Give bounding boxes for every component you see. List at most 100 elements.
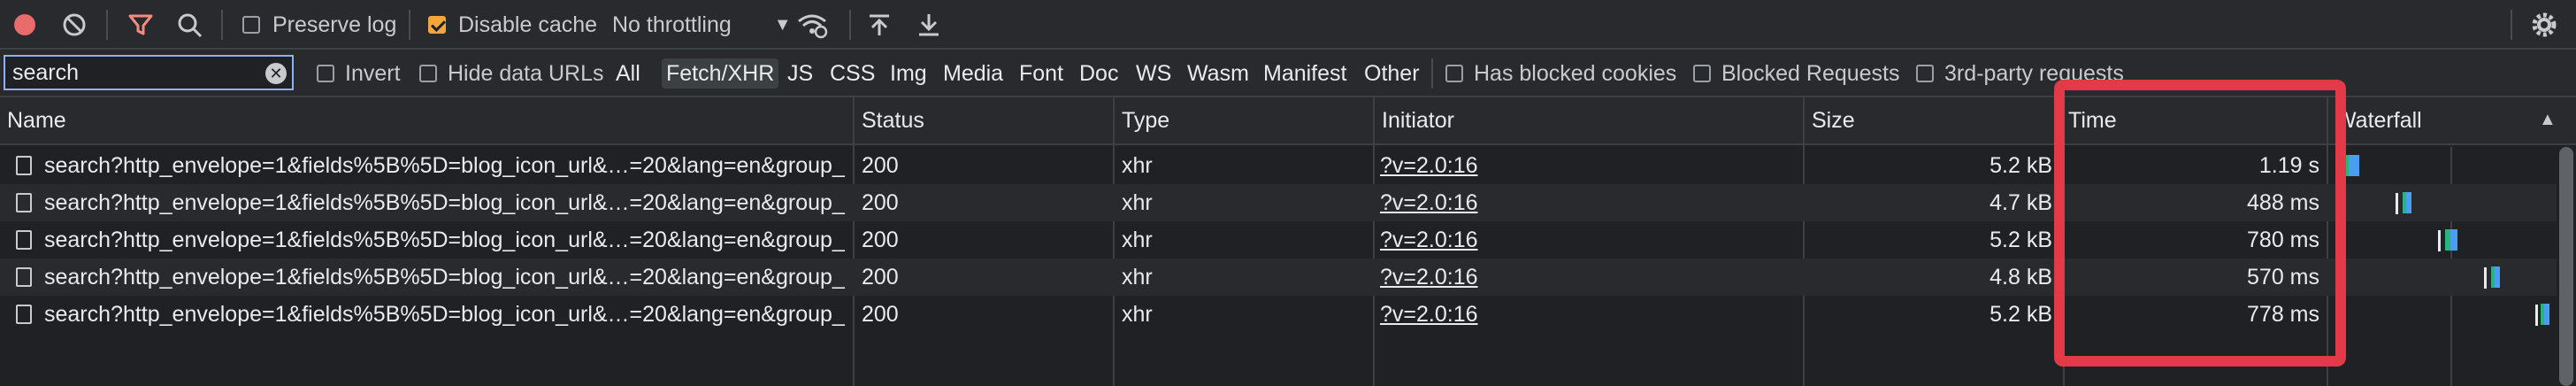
table-row[interactable]: search?http_envelope=1&fields%5B%5D=blog… — [0, 296, 2557, 333]
request-status: 200 — [862, 301, 899, 327]
request-initiator-link[interactable]: ?v=2.0:16 — [1380, 147, 1787, 184]
disable-cache-toggle[interactable]: Disable cache — [428, 0, 597, 50]
request-name[interactable]: search?http_envelope=1&fields%5B%5D=blog… — [44, 259, 846, 296]
filter-type-doc[interactable]: Doc — [1079, 50, 1118, 97]
network-conditions-icon[interactable] — [796, 11, 828, 39]
toolbar-divider — [106, 10, 108, 40]
filter-type-manifest[interactable]: Manifest — [1263, 50, 1346, 97]
waterfall-queue-bar — [2337, 156, 2340, 177]
waterfall-download-bar — [2450, 229, 2457, 251]
filter-divider — [1431, 58, 1433, 89]
request-type: xhr — [1122, 189, 1153, 215]
filter-type-wasm[interactable]: Wasm — [1187, 50, 1249, 97]
preserve-log-checkbox[interactable] — [242, 16, 260, 34]
column-header-size[interactable]: Size — [1805, 97, 2065, 143]
filter-search-box[interactable]: ✕ — [4, 55, 294, 90]
filter-type-other[interactable]: Other — [1364, 50, 1420, 97]
has-blocked-cookies-checkbox[interactable] — [1445, 65, 1463, 82]
blocked-requests-checkbox[interactable] — [1693, 65, 1711, 82]
toolbar-divider — [409, 10, 410, 40]
table-row[interactable]: search?http_envelope=1&fields%5B%5D=blog… — [0, 259, 2557, 296]
request-initiator-link[interactable]: ?v=2.0:16 — [1380, 221, 1787, 259]
request-time: 1.19 s — [2258, 152, 2319, 178]
search-icon[interactable] — [177, 12, 203, 39]
request-initiator-link[interactable]: ?v=2.0:16 — [1380, 296, 1787, 333]
blocked-requests-toggle[interactable]: Blocked Requests — [1693, 50, 1900, 97]
table-row[interactable]: search?http_envelope=1&fields%5B%5D=blog… — [0, 221, 2557, 259]
filter-type-fetch-xhr[interactable]: Fetch/XHR — [662, 58, 779, 89]
request-time: 570 ms — [2247, 264, 2319, 290]
column-header-name[interactable]: Name — [0, 97, 855, 143]
vertical-scrollbar-thumb[interactable] — [2559, 147, 2573, 386]
waterfall-download-bar — [2544, 304, 2549, 325]
column-header-waterfall[interactable]: Waterfall — [2328, 97, 2523, 143]
filter-bar: ✕ Invert Hide data URLs All Fetch/XHR JS… — [0, 50, 2576, 97]
request-time: 780 ms — [2247, 227, 2319, 252]
gear-icon[interactable] — [2530, 11, 2558, 39]
clear-icon[interactable] — [62, 12, 87, 37]
filter-type-ws[interactable]: WS — [1136, 50, 1171, 97]
waterfall-download-bar — [2406, 192, 2411, 213]
filter-input[interactable] — [12, 59, 260, 86]
column-header-status[interactable]: Status — [855, 97, 1115, 143]
filter-type-font[interactable]: Font — [1019, 50, 1063, 97]
third-party-toggle[interactable]: 3rd-party requests — [1916, 50, 2124, 97]
requests-table-header: Name Status Type Initiator Size Time Wat… — [0, 97, 2576, 145]
throttling-value: No throttling — [612, 12, 732, 37]
sort-ascending-icon[interactable]: ▲ — [2539, 110, 2557, 130]
third-party-checkbox[interactable] — [1916, 65, 1934, 82]
request-initiator-link[interactable]: ?v=2.0:16 — [1380, 259, 1787, 296]
document-icon — [16, 259, 42, 296]
record-stop-icon[interactable] — [12, 12, 37, 37]
request-status: 200 — [862, 189, 899, 215]
filter-type-all[interactable]: All — [616, 50, 640, 97]
clear-filter-icon[interactable]: ✕ — [265, 63, 287, 84]
request-type: xhr — [1122, 152, 1153, 178]
filter-type-css[interactable]: CSS — [830, 50, 875, 97]
waterfall-queue-bar — [2484, 267, 2487, 289]
document-icon — [16, 221, 42, 259]
third-party-label: 3rd-party requests — [1944, 60, 2124, 86]
waterfall-download-bar — [2349, 155, 2359, 176]
request-status: 200 — [862, 264, 899, 290]
column-header-initiator[interactable]: Initiator — [1375, 97, 1805, 143]
has-blocked-cookies-label: Has blocked cookies — [1474, 60, 1677, 86]
hide-data-urls-checkbox[interactable] — [419, 65, 437, 82]
invert-checkbox[interactable] — [317, 65, 334, 82]
filter-type-img[interactable]: Img — [890, 50, 927, 97]
network-toolbar: Preserve log Disable cache No throttling… — [0, 0, 2576, 50]
disable-cache-checkbox[interactable] — [428, 16, 446, 34]
column-header-time[interactable]: Time — [2061, 97, 2327, 143]
table-row[interactable]: search?http_envelope=1&fields%5B%5D=blog… — [0, 184, 2557, 221]
hide-data-urls-toggle[interactable]: Hide data URLs — [419, 50, 603, 97]
request-name[interactable]: search?http_envelope=1&fields%5B%5D=blog… — [44, 184, 846, 221]
filter-type-media[interactable]: Media — [943, 50, 1003, 97]
throttling-select[interactable]: No throttling ▼ — [612, 0, 792, 50]
request-name[interactable]: search?http_envelope=1&fields%5B%5D=blog… — [44, 147, 846, 184]
invert-label: Invert — [345, 60, 401, 86]
request-time: 488 ms — [2247, 189, 2319, 215]
preserve-log-toggle[interactable]: Preserve log — [242, 0, 396, 50]
request-size: 4.8 kB — [1990, 264, 2052, 290]
has-blocked-cookies-toggle[interactable]: Has blocked cookies — [1445, 50, 1676, 97]
request-name[interactable]: search?http_envelope=1&fields%5B%5D=blog… — [44, 221, 846, 259]
blocked-requests-label: Blocked Requests — [1721, 60, 1900, 86]
import-har-icon[interactable] — [867, 12, 892, 37]
request-type: xhr — [1122, 264, 1153, 290]
request-size: 4.7 kB — [1990, 189, 2052, 215]
request-type: xhr — [1122, 227, 1153, 252]
request-name[interactable]: search?http_envelope=1&fields%5B%5D=blog… — [44, 296, 846, 333]
waterfall-queue-bar — [2535, 305, 2538, 326]
export-har-icon[interactable] — [916, 12, 941, 37]
filter-icon[interactable] — [127, 12, 154, 37]
table-row[interactable]: search?http_envelope=1&fields%5B%5D=blog… — [0, 147, 2557, 184]
hide-data-urls-label: Hide data URLs — [448, 60, 604, 86]
request-initiator-link[interactable]: ?v=2.0:16 — [1380, 184, 1787, 221]
request-status: 200 — [862, 152, 899, 178]
invert-toggle[interactable]: Invert — [317, 50, 401, 97]
request-size: 5.2 kB — [1990, 227, 2052, 252]
filter-type-js[interactable]: JS — [787, 50, 813, 97]
column-header-type[interactable]: Type — [1115, 97, 1375, 143]
request-type: xhr — [1122, 301, 1153, 327]
document-icon — [16, 147, 42, 184]
